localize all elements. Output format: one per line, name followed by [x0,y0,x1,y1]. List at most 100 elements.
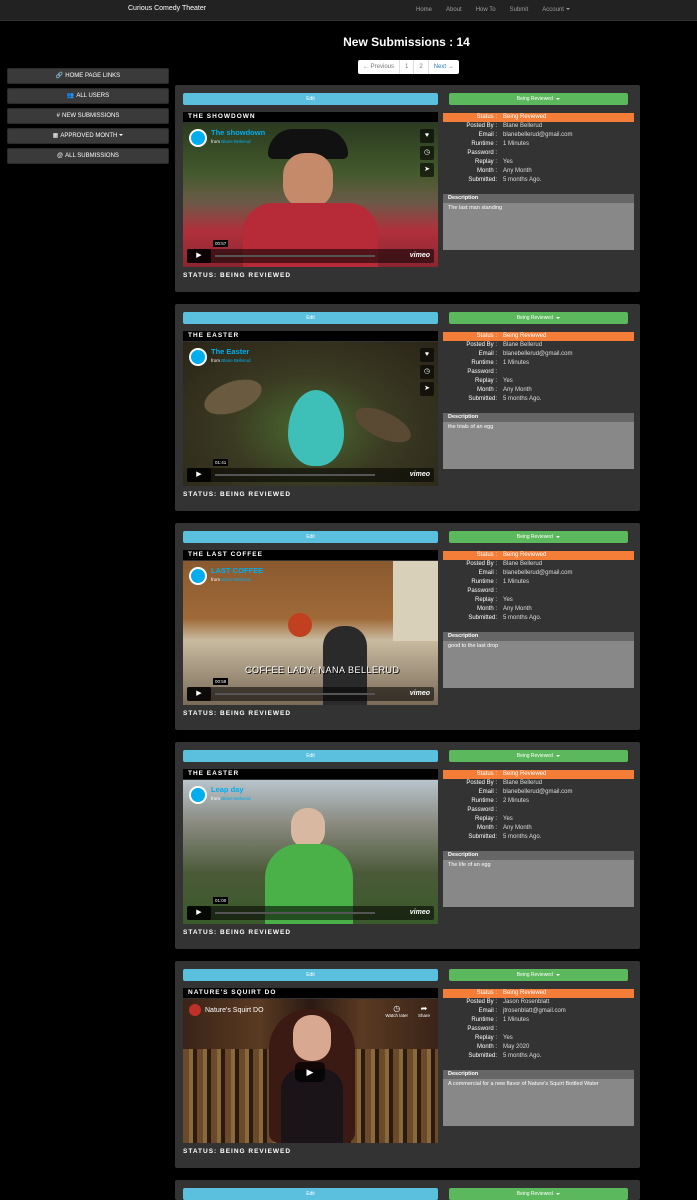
sidebar-all-submissions[interactable]: @ ALL SUBMISSIONS [7,148,169,164]
status-footer: STATUS: BEING REVIEWED [183,929,292,936]
nav-home[interactable]: Home [416,7,432,13]
vimeo-logo[interactable]: vimeo [410,909,430,916]
description-text: A commercial for a new flavor of Nature'… [448,1081,599,1087]
sidebar-all-users[interactable]: 👥 ALL USERS [7,88,169,104]
status-button-label: Being Reviewed [516,753,553,759]
video-author[interactable]: Blane Bellerud [221,358,250,363]
edit-button[interactable]: Edit [183,312,438,324]
video-name[interactable]: LAST COFFEE [211,566,263,575]
nav-submit[interactable]: Submit [510,7,529,13]
share-button[interactable]: ➦ Share [418,1004,430,1018]
play-icon[interactable]: ▶ [187,906,211,920]
leaf-shape [199,372,267,422]
info-key: Runtime : [471,579,497,585]
video-author[interactable]: Blane Bellerud [221,577,250,582]
video-player[interactable]: The Easter from Blane Bellerud ♥ ◷ ➤ ▶ 01:… [183,342,438,486]
info-posted-by-row: Posted By : Blane Bellerud [443,560,634,569]
vimeo-logo[interactable]: vimeo [410,252,430,259]
edit-button[interactable]: Edit [183,969,438,981]
info-key: Month : [476,606,497,612]
vimeo-logo[interactable]: vimeo [410,471,430,478]
progress-bar[interactable] [215,912,375,914]
vimeo-logo[interactable]: vimeo [410,690,430,697]
info-value [501,587,634,596]
info-key: Password : [467,369,497,375]
video-player[interactable]: The showdown from Blane Bellerud ♥ ◷ ➤ ▶ 0… [183,123,438,267]
send-icon[interactable]: ➤ [420,382,434,396]
info-value: May 2020 [503,1044,530,1050]
heart-icon[interactable]: ♥ [420,129,434,143]
heart-icon[interactable]: ♥ [420,348,434,362]
sidebar-approved-month[interactable]: ▦ APPROVED MONTH [7,128,169,144]
play-icon[interactable]: ▶ [187,249,211,263]
info-key: Email : [478,132,497,138]
play-icon[interactable]: ▶ [187,468,211,482]
edit-button[interactable]: Edit [183,531,438,543]
progress-bar[interactable] [215,255,375,257]
clock-icon[interactable]: ◷ [420,365,434,379]
info-key: Email : [478,570,497,576]
submission-card: Edit Being Reviewed NATURE'S SQUIRT DO N… [175,961,640,1168]
clock-icon[interactable]: ◷ [420,146,434,160]
video-player[interactable]: LAST COFFEE from Blane Bellerud COFFEE L… [183,561,438,705]
leaf-shape [350,400,416,450]
info-value: 5 months Ago. [503,177,542,183]
info-key: Status : [476,552,497,558]
info-key: Submitted: [468,615,497,621]
video-controls: ▶ 00:59 vimeo [187,678,434,701]
status-dropdown-button[interactable]: Being Reviewed [449,969,628,981]
info-status-row: Status : Being Reviewed [443,989,634,998]
info-key: Posted By : [466,780,497,786]
description-text: the trials of an egg [448,424,494,430]
info-key: Replay : [474,378,497,384]
pager-page-2[interactable]: 2 [414,60,429,74]
video-from: from Blane Bellerud [211,139,251,144]
video-controls: ▶ 00:57 vimeo [187,240,434,263]
info-value [501,1025,634,1034]
brand-link[interactable]: Curious Comedy Theater [128,5,206,12]
play-icon[interactable]: ▶ [187,687,211,701]
progress-bar[interactable] [215,693,375,695]
nav-about[interactable]: About [446,7,462,13]
youtube-video-title[interactable]: Nature's Squirt DO [205,1007,264,1014]
channel-avatar[interactable] [189,1004,201,1016]
video-author[interactable]: Blane Bellerud [221,796,250,801]
sidebar-new-submissions[interactable]: # NEW SUBMISSIONS [7,108,169,124]
video-name[interactable]: The Easter [211,347,249,356]
watch-later-label: Watch later [385,1013,408,1018]
description-header: Description [443,194,634,203]
video-player[interactable]: Nature's Squirt DO ◷ Watch later ➦ Share ▶ [183,999,438,1143]
status-dropdown-button[interactable]: Being Reviewed [449,312,628,324]
info-email-row: Email : jtrosenblatt@gmail.com [443,1007,634,1016]
nav-how-to[interactable]: How To [476,7,496,13]
submission-info: Status : Being Reviewed Posted By : Blane … [443,332,634,404]
status-dropdown-button[interactable]: Being Reviewed [449,750,628,762]
info-key: Submitted: [468,177,497,183]
edit-button[interactable]: Edit [183,1188,438,1200]
pager-previous[interactable]: ← Previous [358,60,401,74]
status-dropdown-button[interactable]: Being Reviewed [449,93,628,105]
progress-bar[interactable] [215,474,375,476]
edit-button[interactable]: Edit [183,93,438,105]
info-key: Runtime : [471,798,497,804]
video-player[interactable]: Leap day from Blane Bellerud ▶ 01:00 vim… [183,780,438,924]
play-icon[interactable]: ▶ [295,1062,325,1082]
pager-next[interactable]: Next → [429,60,459,74]
top-navbar: Curious Comedy Theater Home About How To… [0,0,697,21]
video-name[interactable]: The showdown [211,128,265,137]
watch-later-button[interactable]: ◷ Watch later [385,1004,408,1018]
info-value: 1 Minutes [503,141,530,147]
pager-page-1[interactable]: 1 [400,60,415,74]
chevron-down-icon [556,754,561,757]
video-author[interactable]: Blane Bellerud [221,139,250,144]
edit-button[interactable]: Edit [183,750,438,762]
sidebar-home-page-links[interactable]: 🔗 HOME PAGE LINKS [7,68,169,84]
description-box: Description A commercial for a new flavo… [443,1070,634,1126]
nav-account-dropdown[interactable]: Account [542,7,570,13]
sidebar-label: HOME PAGE LINKS [65,73,121,79]
send-icon[interactable]: ➤ [420,163,434,177]
video-name[interactable]: Leap day [211,785,244,794]
egg-shape [288,390,344,466]
status-dropdown-button[interactable]: Being Reviewed [449,1188,628,1200]
status-dropdown-button[interactable]: Being Reviewed [449,531,628,543]
